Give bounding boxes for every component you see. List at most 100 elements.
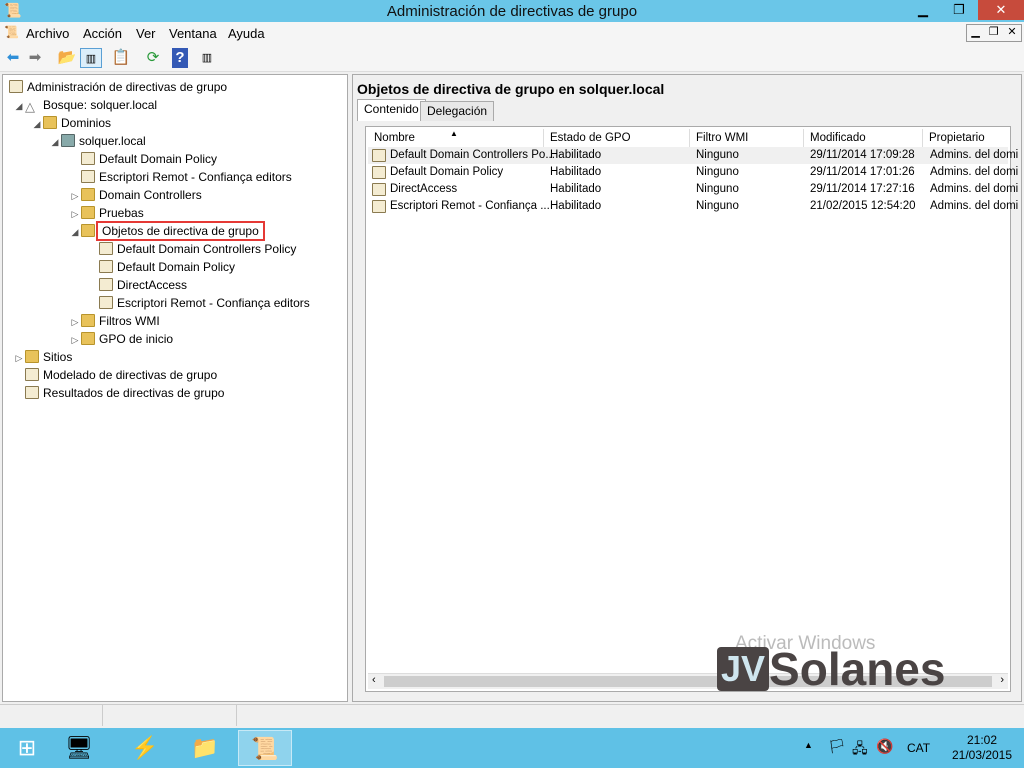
help-icon[interactable]: ? <box>172 48 188 68</box>
sort-ascending-icon: ▲ <box>450 129 458 138</box>
table-cell: Ninguno <box>696 149 739 161</box>
close-button[interactable]: ✕ <box>978 0 1024 20</box>
gpo-list: Nombre ▲ Estado de GPO Filtro WMI Modific… <box>365 126 1018 692</box>
tree-node-label: solquer.local <box>79 134 146 148</box>
show-hidden-icons[interactable]: ▲ <box>804 740 813 750</box>
tree-node[interactable]: Default Domain Policy <box>3 258 347 276</box>
action-center-icon[interactable]: 🏳 <box>828 738 846 755</box>
folder-icon <box>81 314 95 327</box>
column-label: Nombre <box>374 132 415 144</box>
title-bar: 📜 Administración de directivas de grupo … <box>0 0 1024 22</box>
minimize-button[interactable]: ▁ <box>906 0 940 20</box>
start-button[interactable]: ⊞ <box>0 730 54 766</box>
details-pane: Objetos de directiva de grupo en solquer… <box>352 74 1022 702</box>
folder-icon <box>81 188 95 201</box>
table-cell: Admins. del domi <box>930 166 1019 178</box>
network-icon[interactable]: 🖧 <box>852 738 868 762</box>
tab-delegacion[interactable]: Delegación <box>420 101 495 121</box>
mdi-controls[interactable]: ▁ ❐ ✕ <box>966 24 1022 42</box>
forest-icon: △ <box>25 99 35 114</box>
tree-node[interactable]: ▷ GPO de inicio <box>3 330 347 348</box>
folder-icon <box>81 332 95 345</box>
column-header-nombre[interactable]: Nombre ▲ <box>368 129 544 147</box>
file-explorer-button[interactable]: 📁 <box>178 730 232 766</box>
column-header-modificado[interactable]: Modificado <box>804 129 923 147</box>
column-header-estado[interactable]: Estado de GPO <box>544 129 690 147</box>
properties-icon[interactable]: 📋 <box>110 48 132 68</box>
system-menu-icon[interactable]: 📜 <box>4 25 19 39</box>
expander-icon[interactable]: ◢ <box>69 223 81 241</box>
refresh-icon[interactable]: ⟳ <box>142 48 164 68</box>
show-hide-tree-icon[interactable]: ▥ <box>80 48 102 68</box>
forward-icon[interactable]: ➡ <box>24 48 46 68</box>
menu-ver[interactable]: Ver <box>136 26 156 41</box>
tree-node[interactable]: ▷ Sitios <box>3 348 347 366</box>
table-row[interactable]: DirectAccess Habilitado Ninguno 29/11/2014 … <box>368 181 1018 198</box>
menu-accion[interactable]: Acción <box>83 26 122 41</box>
tree-node[interactable]: ▷ Domain Controllers <box>3 186 347 204</box>
tree-node-label: Default Domain Policy <box>99 152 218 166</box>
language-indicator[interactable]: CAT <box>907 741 930 755</box>
scroll-right-icon[interactable]: › <box>1000 674 1004 686</box>
tree-node[interactable]: Resultados de directivas de grupo <box>3 384 347 402</box>
doc-icon <box>25 368 39 381</box>
tree-node[interactable]: ▷ Filtros WMI <box>3 312 347 330</box>
expander-icon[interactable]: ◢ <box>31 115 43 133</box>
table-row[interactable]: Default Domain Policy Habilitado Ninguno 29… <box>368 164 1018 181</box>
gpo-icon <box>372 183 386 196</box>
tree-node[interactable]: ◢ Objetos de directiva de grupo <box>3 221 347 241</box>
table-cell: 29/11/2014 17:27:16 <box>810 183 915 195</box>
scroll-left-icon[interactable]: ‹ <box>372 674 376 686</box>
table-cell: Admins. del domi <box>930 149 1019 161</box>
pane-title: Objetos de directiva de grupo en solquer… <box>357 81 665 97</box>
status-bar <box>0 704 1024 726</box>
volume-muted-icon[interactable]: 🔇 <box>876 738 893 755</box>
expander-icon[interactable]: ▷ <box>69 313 81 331</box>
table-cell: Habilitado <box>550 200 602 212</box>
tab-contenido[interactable]: Contenido <box>357 99 426 121</box>
tree-node[interactable]: Administración de directivas de grupo <box>3 78 347 96</box>
gpo-icon <box>372 200 386 213</box>
gpo-icon <box>372 149 386 162</box>
tree-node[interactable]: ◢ solquer.local <box>3 132 347 150</box>
tree-node[interactable]: Escriptori Remot - Confiança editors <box>3 294 347 312</box>
powershell-button[interactable]: ⚡ <box>118 730 172 766</box>
column-header-propietario[interactable]: Propietario <box>923 129 1008 147</box>
menu-archivo[interactable]: Archivo <box>26 26 69 41</box>
tree-node[interactable]: DirectAccess <box>3 276 347 294</box>
console-tree: Administración de directivas de grupo ◢ △ B… <box>2 74 348 702</box>
server-manager-button[interactable]: 🖥 <box>52 730 106 766</box>
tree-node[interactable]: Escriptori Remot - Confiança editors <box>3 168 347 186</box>
menu-ventana[interactable]: Ventana <box>169 26 217 41</box>
tree-node[interactable]: Modelado de directivas de grupo <box>3 366 347 384</box>
tree-node[interactable]: ▷ Pruebas <box>3 204 347 222</box>
gpmc-task-button[interactable]: 📜 <box>238 730 292 766</box>
taskbar: ⊞ 🖥 ⚡ 📁 📜 ▲ 🏳 🖧 🔇 CAT 21:02 21/03/2015 <box>0 728 1024 768</box>
tree-node[interactable]: Default Domain Controllers Policy <box>3 240 347 258</box>
restore-button[interactable]: ❐ <box>942 0 976 20</box>
expander-icon[interactable]: ▷ <box>69 205 81 223</box>
clock[interactable]: 21:02 21/03/2015 <box>944 733 1020 763</box>
action-pane-icon[interactable]: ▥ <box>196 48 218 68</box>
table-cell: DirectAccess <box>390 183 458 195</box>
expander-icon[interactable]: ▷ <box>69 187 81 205</box>
tree-node-label: Default Domain Controllers Policy <box>117 242 297 256</box>
column-header-filtro-wmi[interactable]: Filtro WMI <box>690 129 804 147</box>
table-row[interactable]: Escriptori Remot - Confiança ... Habilita… <box>368 198 1018 215</box>
table-cell: Habilitado <box>550 183 602 195</box>
expander-icon[interactable]: ◢ <box>13 97 25 115</box>
expander-icon[interactable]: ▷ <box>13 349 25 367</box>
menu-ayuda[interactable]: Ayuda <box>228 26 265 41</box>
expander-icon[interactable]: ▷ <box>69 331 81 349</box>
table-cell: Ninguno <box>696 200 739 212</box>
back-icon[interactable]: ⬅ <box>2 48 24 68</box>
tree-node-label: Sitios <box>43 350 73 364</box>
toolbar: ⬅ ➡ 📂 ▥ 📋 ⟳ ? ▥ <box>0 44 1024 72</box>
tree-node[interactable]: ◢ △ Bosque: solquer.local <box>3 96 347 114</box>
table-row[interactable]: Default Domain Controllers Po... Habilita… <box>368 147 1018 164</box>
tree-node[interactable]: Default Domain Policy <box>3 150 347 168</box>
table-cell: Admins. del domi <box>930 200 1019 212</box>
up-folder-icon[interactable]: 📂 <box>56 48 78 68</box>
expander-icon[interactable]: ◢ <box>49 133 61 151</box>
tree-node[interactable]: ◢ Dominios <box>3 114 347 132</box>
